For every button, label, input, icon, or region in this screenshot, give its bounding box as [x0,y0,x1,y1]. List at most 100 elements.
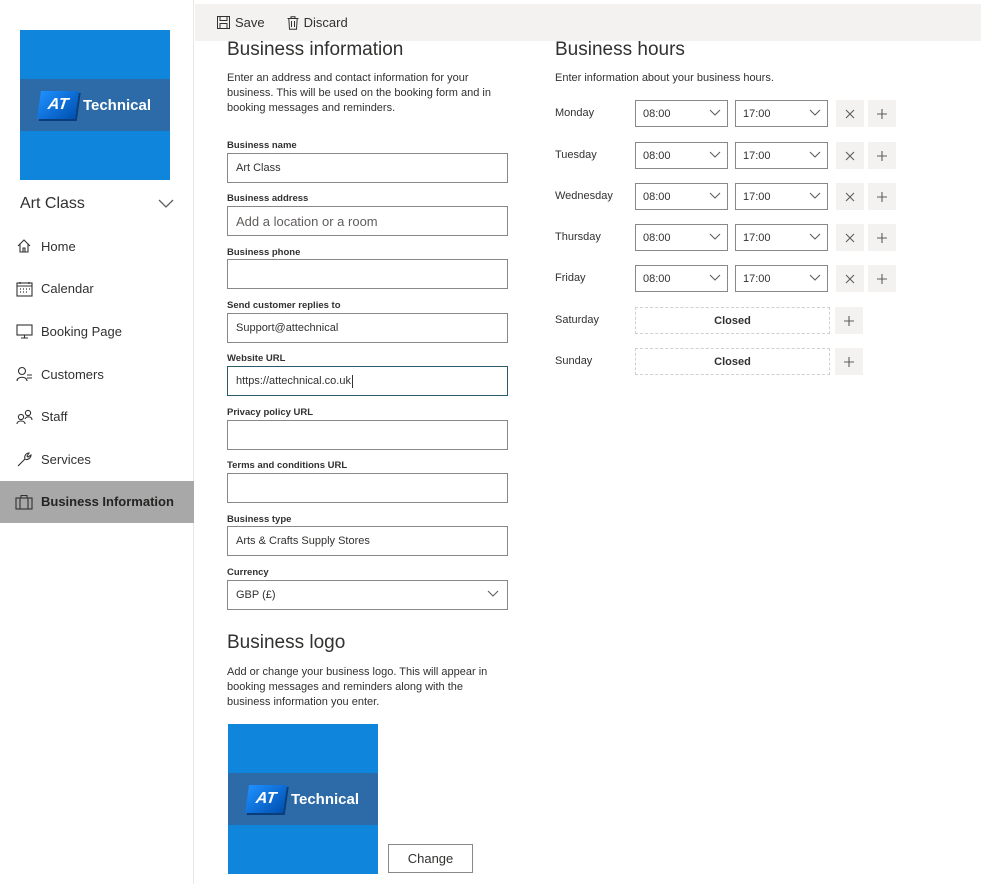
website-url-label: Website URL [227,353,286,364]
day-label-sunday: Sunday [555,355,593,367]
logo-name: Technical [290,790,360,808]
add-hours-button-friday[interactable] [868,265,896,292]
close-time-select-monday[interactable]: 17:00 [735,100,828,127]
sidebar-item-label: Customers [41,366,104,382]
privacy-policy-input[interactable] [227,420,508,450]
close-icon [845,109,855,118]
remove-hours-button-friday[interactable] [836,265,864,292]
sidebar-item-label: Business Information [41,494,174,510]
close-time-select-thursday[interactable]: 17:00 [735,224,828,251]
closed-indicator-saturday[interactable]: Closed [635,307,830,334]
people-icon [14,407,34,427]
remove-hours-button-wednesday[interactable] [836,183,864,210]
open-time-select-thursday[interactable]: 08:00 [635,224,728,251]
open-time-select-friday[interactable]: 08:00 [635,265,728,292]
save-icon [217,16,230,29]
business-type-label: Business type [227,514,292,525]
sidebar-item-business-information[interactable]: Business Information [0,480,194,524]
close-icon [845,192,855,201]
business-name-label: Business name [227,140,297,151]
day-label-saturday: Saturday [555,314,600,326]
add-hours-button-saturday[interactable] [835,307,863,334]
sidebar-item-label: Calendar [41,281,94,297]
chevron-down-icon [709,274,721,281]
chevron-down-icon [709,233,721,240]
logo-initials: AT [36,91,79,119]
chevron-down-icon [809,151,821,158]
currency-label: Currency [227,567,269,578]
day-label-thursday: Thursday [555,231,601,243]
closed-indicator-sunday[interactable]: Closed [635,348,830,375]
text-cursor [351,374,353,388]
add-hours-button-sunday[interactable] [835,348,863,375]
website-url-input[interactable]: https://attechnical.co.uk [227,366,508,396]
customer-replies-input[interactable]: Support@attechnical [227,313,508,343]
sidebar-item-label: Home [41,238,76,254]
sidebar-item-booking-page[interactable]: Booking Page [0,310,194,353]
business-name-input[interactable]: Art Class [227,153,508,183]
close-time-select-wednesday[interactable]: 17:00 [735,183,828,210]
sidebar: AT Technical Art Class Home Calendar Boo… [0,0,194,884]
logo-name: Technical [82,96,152,114]
person-icon [14,364,34,384]
sidebar-item-staff[interactable]: Staff [0,395,194,438]
business-hours-title: Business hours [555,39,685,60]
business-selector-label: Art Class [20,195,85,212]
open-time-select-monday[interactable]: 08:00 [635,100,728,127]
business-hours-description: Enter information about your business ho… [555,72,774,84]
command-bar: Save Discard [195,4,981,41]
sidebar-item-label: Services [41,451,91,467]
remove-hours-button-thursday[interactable] [836,224,864,251]
business-information-title: Business information [227,39,404,60]
logo-initials: AT [244,785,287,813]
sidebar-item-customers[interactable]: Customers [0,353,194,396]
plus-icon [877,108,887,119]
day-label-monday: Monday [555,107,595,119]
save-button[interactable]: Save [217,15,265,30]
customer-replies-label: Send customer replies to [227,300,341,311]
plus-icon [877,232,887,243]
business-logo-preview: AT Technical [228,724,378,874]
remove-hours-button-tuesday[interactable] [836,142,864,169]
business-phone-label: Business phone [227,247,301,258]
close-time-select-friday[interactable]: 17:00 [735,265,828,292]
add-hours-button-monday[interactable] [868,100,896,127]
business-type-input[interactable]: Arts & Crafts Supply Stores [227,526,508,556]
briefcase-icon [14,492,34,512]
day-label-friday: Friday [555,272,586,284]
sidebar-item-home[interactable]: Home [0,225,194,268]
close-icon [845,233,855,242]
trash-icon [287,15,299,30]
plus-icon [877,273,887,284]
add-hours-button-tuesday[interactable] [868,142,896,169]
business-address-input[interactable]: Add a location or a room [227,206,508,236]
business-selector[interactable]: Art Class [20,193,174,215]
open-time-select-tuesday[interactable]: 08:00 [635,142,728,169]
close-icon [845,151,855,160]
add-hours-button-thursday[interactable] [868,224,896,251]
business-logo-title: Business logo [227,632,346,653]
close-time-select-tuesday[interactable]: 17:00 [735,142,828,169]
close-icon [845,274,855,283]
chevron-down-icon [158,199,174,208]
business-address-label: Business address [227,193,309,204]
chevron-down-icon [809,274,821,281]
discard-button[interactable]: Discard [287,15,348,30]
plus-icon [877,150,887,161]
privacy-policy-label: Privacy policy URL [227,407,314,418]
business-information-description: Enter an address and contact information… [227,72,491,114]
terms-conditions-input[interactable] [227,473,508,503]
chevron-down-icon [809,233,821,240]
currency-select[interactable]: GBP (£) [227,580,508,610]
chevron-down-icon [709,151,721,158]
change-logo-button[interactable]: Change [388,844,473,873]
business-phone-input[interactable] [227,259,508,289]
remove-hours-button-monday[interactable] [836,100,864,127]
open-time-select-wednesday[interactable]: 08:00 [635,183,728,210]
add-hours-button-wednesday[interactable] [868,183,896,210]
sidebar-item-services[interactable]: Services [0,438,194,481]
sidebar-business-logo: AT Technical [20,30,170,180]
calendar-icon [14,279,34,299]
sidebar-item-calendar[interactable]: Calendar [0,268,194,311]
sidebar-nav: Home Calendar Booking Page Customers Sta… [0,225,194,524]
